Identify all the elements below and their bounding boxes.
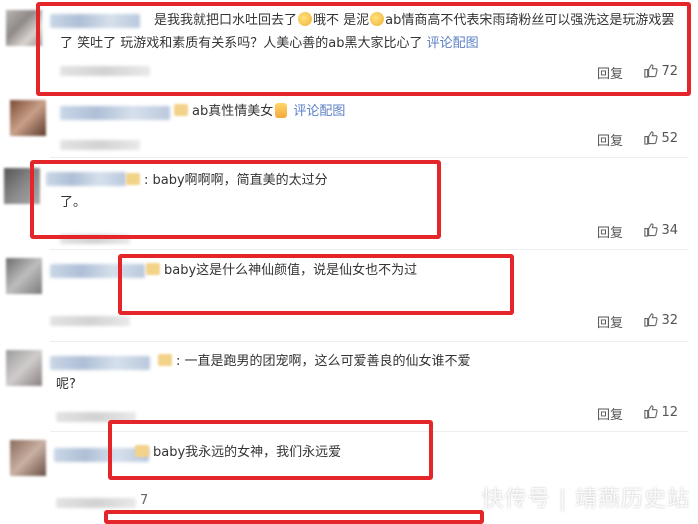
comment-text-line2: 呢? (56, 377, 76, 392)
comment-text: ab真性情美女 评论配图 (174, 101, 345, 123)
comment-timestamp (60, 140, 140, 150)
watermark: 快传号 | 靖燕历史站 (481, 487, 690, 512)
comment-meta: 7 (140, 493, 149, 508)
avatar[interactable] (10, 100, 46, 136)
user-badge-icon (174, 104, 188, 116)
comment-item-2: ab真性情美女 评论配图 回复 52 (0, 96, 698, 158)
like-button[interactable]: 34 (643, 222, 678, 238)
reply-button[interactable]: 回复 (597, 222, 623, 241)
username[interactable] (50, 356, 150, 370)
highlight-box (108, 420, 433, 480)
like-button[interactable]: 12 (643, 404, 678, 420)
thumbs-up-icon (644, 313, 659, 327)
username[interactable] (60, 106, 170, 120)
user-badge-icon (158, 354, 172, 366)
comment-timestamp (56, 498, 136, 508)
thumbs-up-emoji-icon (275, 103, 288, 118)
like-count: 34 (661, 223, 678, 238)
reply-button[interactable]: 回复 (597, 312, 623, 331)
comment-timestamp (50, 316, 130, 326)
highlight-box (118, 254, 514, 315)
comment-image-link[interactable]: 评论配图 (293, 104, 345, 119)
thumbs-up-icon (644, 405, 659, 419)
like-button[interactable]: 52 (643, 130, 678, 146)
thumbs-up-icon (644, 223, 659, 237)
avatar[interactable] (10, 440, 46, 476)
reply-button[interactable]: 回复 (597, 130, 623, 149)
avatar[interactable] (6, 258, 42, 294)
like-count: 12 (661, 405, 678, 420)
highlight-box (104, 510, 484, 524)
highlight-box (30, 160, 441, 239)
like-count: 32 (661, 313, 678, 328)
like-count: 52 (661, 131, 678, 146)
thumbs-up-icon (644, 131, 659, 145)
comment-item-5: : 一直是跑男的团宠啊，这么可爱善良的仙女谁不爱 呢? 回复 12 (0, 342, 698, 432)
comment-text: : 一直是跑男的团宠啊，这么可爱善良的仙女谁不爱 (158, 351, 471, 373)
highlight-box (36, 2, 691, 96)
reply-button[interactable]: 回复 (597, 404, 623, 423)
avatar[interactable] (6, 350, 42, 386)
like-button[interactable]: 32 (643, 312, 678, 328)
